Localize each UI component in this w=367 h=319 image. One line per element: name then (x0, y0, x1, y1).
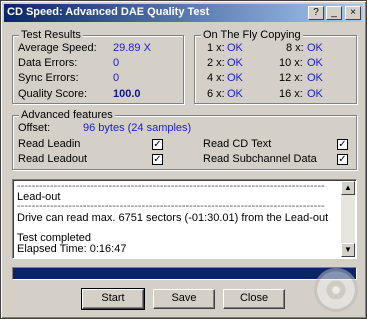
title-bar[interactable]: CD Speed: Advanced DAE Quality Test ? _ … (4, 4, 363, 22)
on-the-fly-legend: On The Fly Copying (201, 29, 303, 41)
on-the-fly-group: On The Fly Copying 1 x: OK 8 x: OK 2 x: … (194, 29, 357, 104)
read-cd-text-label: Read CD Text (203, 138, 272, 150)
otf-8x-value: OK (307, 42, 323, 54)
average-speed-value: 29.89 X (113, 42, 151, 54)
otf-1x-value: OK (227, 42, 243, 54)
otf-6x-label: 6 x: (207, 88, 225, 100)
test-results-group: Test Results Average Speed: 29.89 X Data… (12, 29, 184, 104)
otf-10x-value: OK (307, 57, 323, 69)
offset-label: Offset: (18, 122, 51, 134)
otf-2x-label: 2 x: (207, 57, 225, 69)
otf-12x-label: 12 x: (279, 72, 303, 84)
read-cd-text-checkbox[interactable]: ✓ (337, 139, 348, 150)
quality-score-label: Quality Score: (18, 88, 88, 100)
dialog-window: CD Speed: Advanced DAE Quality Test ? _ … (0, 0, 367, 319)
read-leadin-checkbox[interactable]: ✓ (152, 139, 163, 150)
otf-4x-value: OK (227, 72, 243, 84)
progress-bar (12, 267, 357, 280)
otf-12x-value: OK (307, 72, 323, 84)
offset-value: 96 bytes (24 samples) (83, 122, 192, 134)
sync-errors-value: 0 (113, 72, 120, 84)
log-line: ----------------------------------------… (17, 200, 325, 212)
scroll-up-icon[interactable]: ▲ (341, 181, 355, 195)
otf-10x-label: 10 x: (279, 57, 303, 69)
advanced-features-group: Advanced features Offset: 96 bytes (24 s… (12, 109, 357, 170)
test-results-legend: Test Results (19, 29, 83, 41)
quality-score-value: 100.0 (113, 88, 141, 100)
otf-4x-label: 4 x: (207, 72, 225, 84)
otf-1x-label: 1 x: (207, 42, 225, 54)
average-speed-label: Average Speed: (18, 42, 97, 54)
save-button[interactable]: Save (153, 289, 215, 309)
cd-disc-watermark-icon (314, 268, 358, 312)
data-errors-value: 0 (113, 57, 120, 69)
sync-errors-label: Sync Errors: (18, 72, 79, 84)
read-leadout-checkbox[interactable]: ✓ (152, 154, 163, 165)
scroll-down-icon[interactable]: ▼ (341, 243, 355, 257)
log-scrollbar[interactable]: ▲ ▼ (341, 181, 355, 257)
read-subchannel-label: Read Subchannel Data (203, 153, 317, 165)
minimize-button[interactable]: _ (326, 6, 342, 20)
start-button[interactable]: Start (81, 288, 145, 310)
read-leadout-label: Read Leadout (18, 153, 88, 165)
log-line: ----------------------------------------… (17, 180, 325, 192)
otf-6x-value: OK (227, 88, 243, 100)
otf-16x-value: OK (307, 88, 323, 100)
otf-8x-label: 8 x: (286, 42, 304, 54)
log-line: Drive can read max. 6751 sectors (-01:30… (17, 212, 329, 224)
help-button[interactable]: ? (308, 6, 324, 20)
window-title: CD Speed: Advanced DAE Quality Test (7, 6, 210, 18)
read-leadin-label: Read Leadin (18, 138, 81, 150)
otf-2x-value: OK (227, 57, 243, 69)
close-window-button[interactable]: × (345, 6, 361, 20)
close-button[interactable]: Close (223, 289, 285, 309)
otf-16x-label: 16 x: (279, 88, 303, 100)
log-line: Elapsed Time: 0:16:47 (17, 243, 127, 255)
read-subchannel-checkbox[interactable]: ✓ (337, 154, 348, 165)
data-errors-label: Data Errors: (18, 57, 78, 69)
advanced-features-legend: Advanced features (19, 109, 115, 121)
progress-fill (13, 268, 356, 279)
log-output[interactable]: ----------------------------------------… (12, 179, 357, 259)
